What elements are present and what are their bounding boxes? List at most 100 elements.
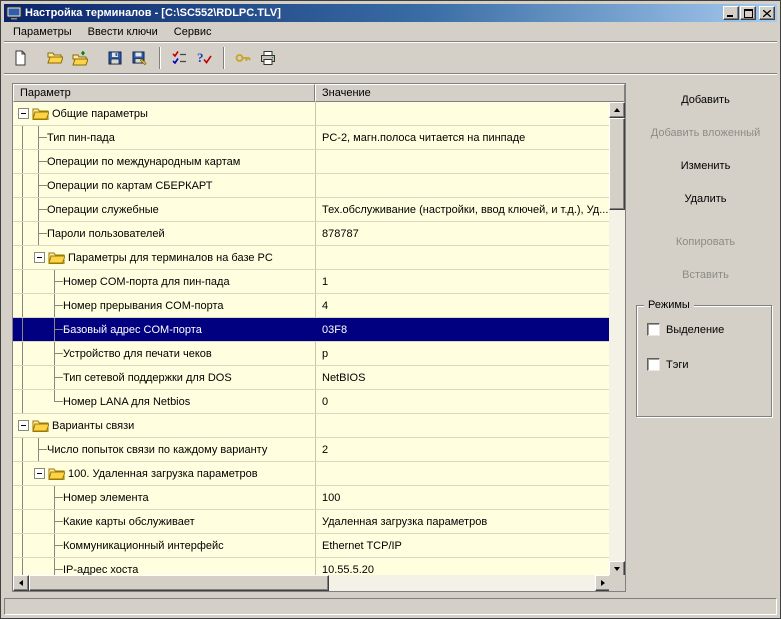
menu-item-service[interactable]: Сервис: [166, 24, 220, 40]
down-arrow-icon: [614, 567, 620, 571]
value-cell: Удаленная загрузка параметров: [315, 510, 609, 533]
vertical-scrollbar[interactable]: [609, 102, 625, 577]
title-bar[interactable]: Настройка терминалов - [C:\SC552\RDLPC.T…: [4, 4, 777, 22]
toolbar-separator: [223, 47, 225, 69]
horizontal-scrollbar[interactable]: [13, 575, 611, 591]
tree-line: [31, 294, 47, 317]
open-file-button[interactable]: [43, 47, 67, 70]
new-file-button[interactable]: [8, 47, 32, 70]
parameter-value: 4: [322, 299, 329, 312]
value-cell: Ethernet TCP/IP: [315, 534, 609, 557]
scroll-up-button[interactable]: [609, 102, 625, 118]
vertical-scroll-thumb[interactable]: [609, 118, 625, 210]
tree-line: [15, 294, 31, 317]
keys-button[interactable]: [231, 47, 255, 70]
parameter-cell: Пароли пользователей: [13, 222, 315, 245]
scroll-left-button[interactable]: [13, 575, 29, 591]
grid-row[interactable]: Номер прерывания COM-порта 4: [13, 294, 609, 318]
tree-line: [31, 270, 47, 293]
menu-item-enter-keys[interactable]: Ввести ключи: [80, 24, 166, 40]
status-bar: [4, 598, 777, 615]
parameter-cell: Номер прерывания COM-порта: [13, 294, 315, 317]
value-cell: PC-2, магн.полоса читается на пинпаде: [315, 126, 609, 149]
expander-icon[interactable]: [31, 246, 47, 269]
grid-row[interactable]: Номер элемента 100: [13, 486, 609, 510]
verify-button[interactable]: [167, 47, 191, 70]
folder-icon: [48, 467, 65, 480]
menu-item-parameters[interactable]: Параметры: [5, 24, 80, 40]
edit-button[interactable]: Изменить: [634, 156, 777, 176]
parameter-cell: Устройство для печати чеков: [13, 342, 315, 365]
value-cell: [315, 462, 609, 485]
grid-row[interactable]: 100. Удаленная загрузка параметров: [13, 462, 609, 486]
grid-row[interactable]: Параметры для терминалов на базе PC: [13, 246, 609, 270]
minimize-button[interactable]: [723, 6, 739, 20]
value-cell: 2: [315, 438, 609, 461]
save-icon: [107, 50, 123, 66]
maximize-button[interactable]: [740, 6, 756, 20]
side-panel: Добавить Добавить вложенный Изменить Удалит…: [634, 90, 777, 417]
tree-line: [47, 318, 63, 341]
grid-row[interactable]: Число попыток связи по каждому варианту 2: [13, 438, 609, 462]
tree-line: [31, 222, 47, 245]
parameter-label: Пароли пользователей: [47, 227, 165, 240]
checkbox-box[interactable]: [647, 323, 660, 336]
close-button[interactable]: [759, 6, 775, 20]
checkbox-label: Тэги: [666, 358, 689, 371]
grid-row[interactable]: Общие параметры: [13, 102, 609, 126]
add-button[interactable]: Добавить: [634, 90, 777, 110]
tree-line: [47, 366, 63, 389]
parameter-cell: Операции по международным картам: [13, 150, 315, 173]
delete-button[interactable]: Удалить: [634, 189, 777, 209]
value-cell: 1: [315, 270, 609, 293]
checkbox-selection[interactable]: Выделение: [647, 323, 771, 336]
grid-row[interactable]: Базовый адрес COM-порта 03F8: [13, 318, 609, 342]
save-file-button[interactable]: [103, 47, 127, 70]
save-as-button[interactable]: [128, 47, 152, 70]
open-folder-icon: [47, 50, 63, 66]
expander-icon[interactable]: [31, 462, 47, 485]
parameter-label: IP-адрес хоста: [63, 563, 139, 576]
parameter-cell: Номер LANA для Netbios: [13, 390, 315, 413]
checkbox-box[interactable]: [647, 358, 660, 371]
parameter-value: 878787: [322, 227, 359, 240]
grid-row[interactable]: Коммуникационный интерфейс Ethernet TCP/I…: [13, 534, 609, 558]
value-cell: 03F8: [315, 318, 609, 341]
svg-text:?: ?: [197, 50, 204, 65]
print-button[interactable]: [256, 47, 280, 70]
printer-icon: [260, 50, 276, 66]
tree-line: [31, 534, 47, 557]
folder-icon: [48, 251, 65, 264]
checkbox-tags[interactable]: Тэги: [647, 358, 771, 371]
add-nested-button: Добавить вложенный: [650, 127, 761, 139]
grid-row[interactable]: Тип пин-пада PC-2, магн.полоса читается н…: [13, 126, 609, 150]
parameter-label: 100. Удаленная загрузка параметров: [68, 467, 258, 480]
save-edit-icon: [132, 50, 148, 66]
column-header-parameter[interactable]: Параметр: [13, 84, 315, 102]
column-header-value[interactable]: Значение: [315, 84, 625, 102]
tree-line: [15, 150, 31, 173]
grid-row[interactable]: Операции служебные Тех.обслуживание (наст…: [13, 198, 609, 222]
parameter-label: Номер прерывания COM-порта: [63, 299, 224, 312]
expander-icon[interactable]: [15, 414, 31, 437]
horizontal-scroll-thumb[interactable]: [29, 575, 329, 591]
grid-row[interactable]: Устройство для печати чеков p: [13, 342, 609, 366]
parameter-label: Операции по международным картам: [47, 155, 241, 168]
value-cell: 100: [315, 486, 609, 509]
parameter-cell: 100. Удаленная загрузка параметров: [13, 462, 315, 485]
grid-row[interactable]: Номер COM-порта для пин-пада 1: [13, 270, 609, 294]
grid-row[interactable]: Номер LANA для Netbios 0: [13, 390, 609, 414]
grid-row[interactable]: Операции по картам СБЕРКАРТ: [13, 174, 609, 198]
check-query-button[interactable]: ?: [192, 47, 216, 70]
grid-row[interactable]: Какие карты обслуживает Удаленная загрузк…: [13, 510, 609, 534]
parameter-cell: Номер COM-порта для пин-пада: [13, 270, 315, 293]
grid-row[interactable]: Пароли пользователей 878787: [13, 222, 609, 246]
expander-icon[interactable]: [15, 102, 31, 125]
grid-row[interactable]: Тип сетевой поддержки для DOS NetBIOS: [13, 366, 609, 390]
parameter-value: 03F8: [322, 323, 348, 336]
tree-line: [15, 534, 31, 557]
folder-icon: [32, 419, 49, 432]
grid-row[interactable]: Варианты связи: [13, 414, 609, 438]
grid-row[interactable]: Операции по международным картам: [13, 150, 609, 174]
import-file-button[interactable]: [68, 47, 92, 70]
